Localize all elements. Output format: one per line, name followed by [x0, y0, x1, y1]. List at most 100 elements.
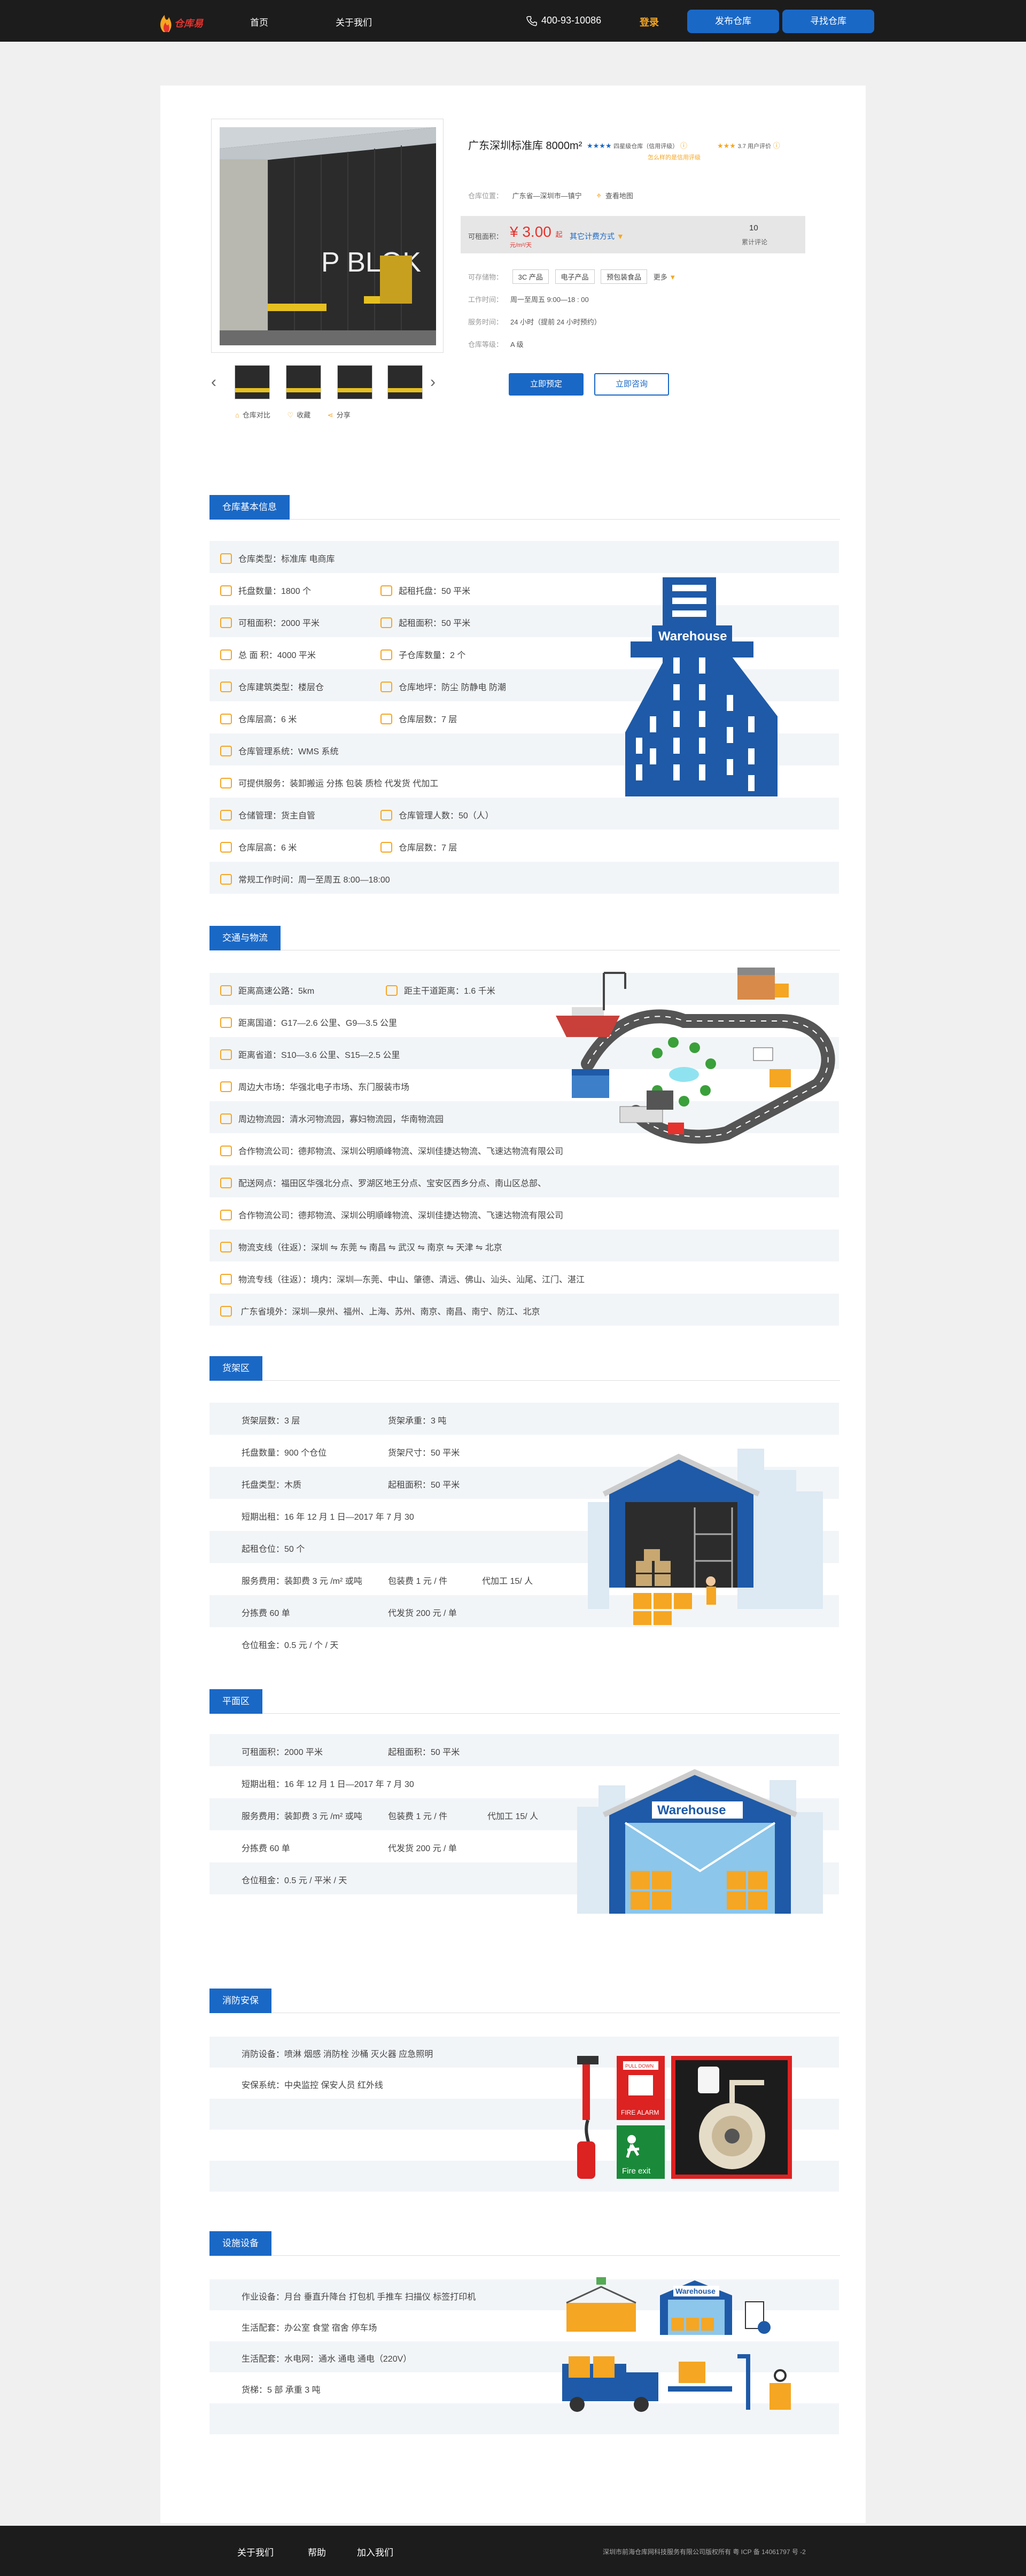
find-warehouse-button[interactable]: 寻找仓库	[782, 10, 874, 33]
cell-text: 常规工作时间：周一至周五 8:00—18:00	[238, 876, 390, 885]
table-cell: 生活配套：水电网：通水 通电 通电（220V）	[242, 2351, 411, 2364]
site-logo[interactable]: 仓库易	[155, 5, 214, 36]
top-header: 仓库易 首页 关于我们 400-93-10086 登录 发布仓库 寻找仓库	[0, 0, 1026, 42]
cell-text: 仓库建筑类型：楼层仓	[238, 683, 324, 692]
table-cell: 仓库类型：标准库 电商库	[220, 552, 335, 565]
compare-action[interactable]: ⌂ 仓库对比	[235, 411, 270, 419]
other-pricing-dropdown[interactable]: 其它计费方式 ▼	[570, 231, 624, 242]
footer-help-link[interactable]: 帮助	[308, 2545, 326, 2558]
hotline: 400-93-10086	[526, 15, 601, 27]
cell-text: 仓库管理人数：50（人）	[399, 811, 494, 821]
cell-text: 分拣费 60 单	[242, 1844, 290, 1853]
grade-row: 仓库等级： A 级	[468, 341, 524, 349]
cell-text: 可租面积：2000 平米	[238, 619, 320, 628]
thumbnail[interactable]	[286, 365, 321, 399]
goods-more[interactable]: 更多 ▼	[654, 273, 677, 281]
copyright-text: 深圳市前海仓库网科技服务有限公司版权所有 粤 ICP 备 14061797 号 …	[603, 2548, 806, 2556]
table-cell: 合作物流公司：德邦物流、深圳公明順峰物流、深圳佳捷达物流、飞速达物流有限公司	[220, 1208, 563, 1221]
nav-home[interactable]: 首页	[250, 15, 268, 28]
cell-text: 仓库层高：6 米	[238, 715, 297, 724]
credit-rating-help[interactable]: 怎么样的是信用评级	[648, 153, 701, 161]
table-cell: 生活配套：办公室 食堂 宿舍 停车场	[242, 2320, 377, 2333]
site-footer: 关于我们 帮助 加入我们 深圳市前海仓库网科技服务有限公司版权所有 粤 ICP …	[0, 2526, 1026, 2576]
question-icon[interactable]: ⓘ	[680, 142, 687, 150]
favorite-action[interactable]: ♡ 收藏	[287, 411, 311, 419]
section-header-flat: 平面区	[209, 1689, 840, 1714]
fire-alarm-text: FIRE ALARM	[621, 2109, 659, 2116]
row-icon	[380, 713, 392, 724]
nav-about[interactable]: 关于我们	[336, 15, 372, 28]
goods-tag[interactable]: 3C 产品	[512, 269, 549, 284]
goods-tag[interactable]: 预包装食品	[601, 269, 648, 284]
table-cell: 分拣费 60 单	[242, 1841, 290, 1854]
cell-text: 生活配套：办公室 食堂 宿舍 停车场	[242, 2324, 377, 2333]
table-cell: 起租面积：50 平米	[388, 1477, 460, 1490]
row-icon	[380, 681, 392, 692]
cell-text: 托盘类型：木质	[242, 1481, 302, 1490]
table-row: 广东省境外：深圳—泉州、福州、上海、苏州、南京、南昌、南宁、防江、北京	[209, 1294, 839, 1326]
login-link[interactable]: 登录	[640, 15, 659, 29]
section-header-rack: 货架区	[209, 1356, 840, 1381]
cell-text: 起租仓位：50 个	[242, 1545, 305, 1554]
row-icon	[220, 617, 232, 628]
row-icon	[220, 841, 232, 853]
cell-text: 仓库管理系统：WMS 系统	[238, 747, 339, 756]
thumbnail[interactable]	[387, 365, 423, 399]
table-cell: 配送网点：福田区华强北分点、罗湖区地王分点、宝安区西乡分点、南山区总部、	[220, 1176, 546, 1189]
footer-join-link[interactable]: 加入我们	[357, 2545, 393, 2558]
table-cell: 合作物流公司：德邦物流、深圳公明順峰物流、深圳佳捷达物流、飞速达物流有限公司	[220, 1144, 563, 1157]
table-row: 物流支线（往返）：深圳 ⇋ 东莞 ⇋ 南昌 ⇋ 武汉 ⇋ 南京 ⇋ 天津 ⇋ 北…	[209, 1229, 839, 1262]
goods-tag[interactable]: 电子产品	[555, 269, 595, 284]
footer-about-link[interactable]: 关于我们	[237, 2545, 274, 2558]
thumbnail[interactable]	[235, 365, 270, 399]
user-rating-text: 3.7 用户评价	[737, 143, 771, 150]
thumbnail[interactable]	[337, 365, 372, 399]
cell-text: 货架层数：3 层	[242, 1417, 300, 1426]
cell-text: 服务费用：装卸费 3 元 /m² 或吨	[242, 1577, 362, 1586]
credit-rating: ★★★★ 四星级仓库（信用评级） ⓘ	[587, 140, 687, 150]
book-now-button[interactable]: 立即预定	[509, 373, 584, 396]
share-action[interactable]: ⋖ 分享	[328, 411, 351, 419]
table-cell: 仓库层数：7 层	[380, 712, 457, 725]
phone-icon	[526, 16, 537, 27]
cell-text: 距离高速公路：5km	[238, 987, 315, 996]
cell-text: 配送网点：福田区华强北分点、罗湖区地王分点、宝安区西乡分点、南山区总部、	[238, 1179, 547, 1188]
row-icon	[220, 873, 232, 885]
review-count: 10	[749, 223, 758, 233]
cell-text: 仓库层数：7 层	[399, 715, 457, 724]
row-icon	[380, 841, 392, 853]
consult-now-button[interactable]: 立即咨询	[594, 373, 669, 396]
table-cell: 仓位租金：0.5 元 / 平米 / 天	[242, 1873, 347, 1886]
cell-text: 仓库地坪：防尘 防静电 防潮	[399, 683, 506, 692]
cell-text: 合作物流公司：德邦物流、深圳公明順峰物流、深圳佳捷达物流、飞速达物流有限公司	[238, 1211, 564, 1220]
cell-text: 短期出租：16 年 12 月 1 日—2017 年 7 月 30	[242, 1513, 414, 1522]
chevron-left-icon[interactable]: ‹	[211, 373, 216, 391]
row-icon	[220, 1305, 232, 1317]
row-icon	[220, 809, 232, 821]
cell-text: 距离国道：G17—2.6 公里、G9—3.5 公里	[238, 1019, 397, 1028]
heart-icon: ♡	[287, 411, 294, 419]
section-header-facility: 设施设备	[209, 2231, 840, 2256]
row-icon	[380, 809, 392, 821]
publish-warehouse-button[interactable]: 发布仓库	[687, 10, 779, 33]
table-cell: 起租托盘：50 平米	[380, 584, 470, 597]
cell-text: 周边大市场：华强北电子市场、东门服装市场	[238, 1083, 410, 1092]
cell-text: 托盘数量：1800 个	[238, 587, 312, 596]
table-cell: 货架层数：3 层	[242, 1413, 300, 1426]
cell-text: 周边物流园：清水河物流园，寡妇物流园，华南物流园	[238, 1115, 444, 1124]
user-stars: ★★★	[717, 142, 736, 150]
table-cell: 货架承重：3 吨	[388, 1413, 446, 1426]
warehouse-main-photo[interactable]: P BLOK	[211, 119, 444, 353]
chevron-right-icon[interactable]: ›	[430, 373, 436, 391]
view-map-link[interactable]: 查看地图	[605, 192, 633, 200]
table-cell: 起租仓位：50 个	[242, 1542, 305, 1554]
facility-illustration: Warehouse	[561, 2276, 802, 2423]
cell-text: 货架尺寸：50 平米	[388, 1449, 460, 1458]
row-icon	[380, 649, 392, 660]
price-panel: 可租面积： ¥ 3.00 起 元/m²/天 其它计费方式 ▼ 10 累计评论	[461, 216, 805, 253]
location-value: 广东省—深圳市—镇宁	[512, 192, 582, 200]
question-icon[interactable]: ⓘ	[773, 142, 780, 150]
table-cell: 常规工作时间：周一至周五 8:00—18:00	[220, 872, 390, 886]
table-cell: 代发货 200 元 / 单	[388, 1606, 457, 1619]
cell-text: 短期出租：16 年 12 月 1 日—2017 年 7 月 30	[242, 1780, 414, 1789]
